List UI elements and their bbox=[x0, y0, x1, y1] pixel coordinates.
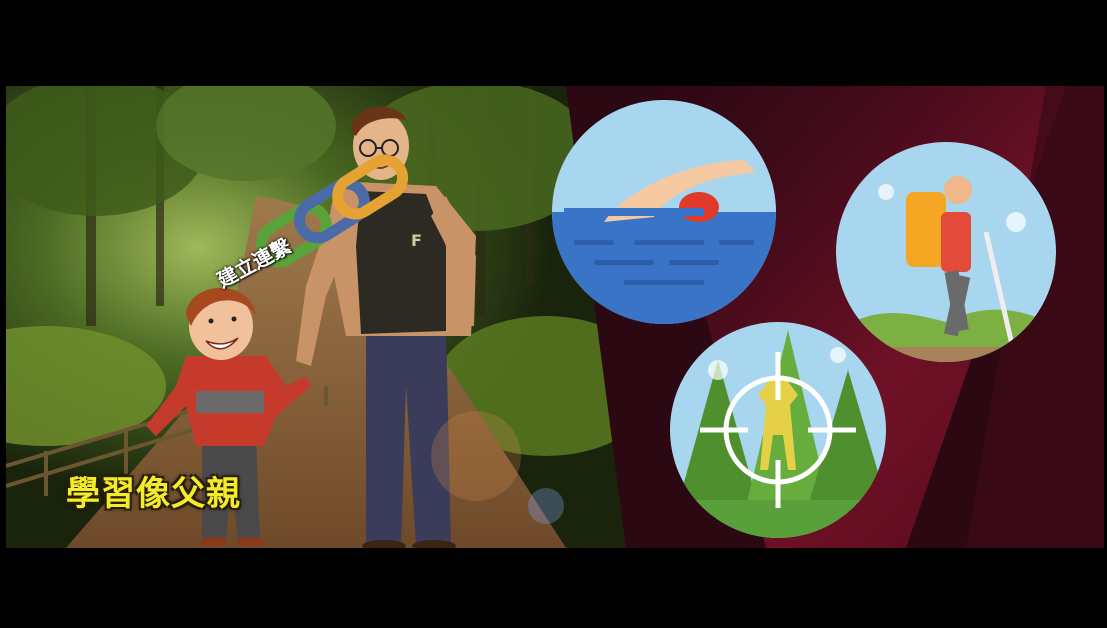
caption-learn-like-father: 學習像父親 bbox=[66, 474, 241, 514]
video-frame: F 建立連繫 學習像父親 bbox=[0, 0, 1107, 628]
svg-text:F: F bbox=[411, 231, 422, 250]
lens-flare bbox=[431, 411, 521, 501]
